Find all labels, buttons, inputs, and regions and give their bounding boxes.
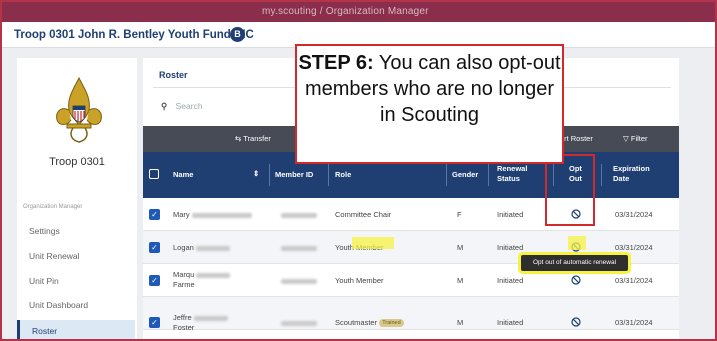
member-name: Jeffre Foster xyxy=(173,313,228,333)
step-label: STEP 6: xyxy=(298,52,374,74)
transfer-label: Transfer xyxy=(243,134,271,143)
select-all-checkbox[interactable] xyxy=(149,169,159,179)
column-divider xyxy=(269,164,270,186)
column-header-role[interactable]: Role xyxy=(335,170,351,180)
renewal-line-2: Status xyxy=(497,174,520,183)
column-header-member-id[interactable]: Member ID xyxy=(275,170,313,180)
top-bar: my.scouting / Organization Manager xyxy=(2,2,715,22)
member-id xyxy=(281,276,317,286)
expiration-date: 03/31/2024 xyxy=(615,243,653,252)
member-id xyxy=(281,243,317,253)
redacted-id xyxy=(281,245,317,251)
expiration-date: 03/31/2024 xyxy=(615,276,653,285)
opt-out-callout-box xyxy=(545,154,595,226)
renewal-status: Initiated xyxy=(497,243,524,252)
member-role: Scoutmaster Trained xyxy=(335,318,404,328)
tab-roster[interactable]: Roster xyxy=(159,70,188,80)
redacted-id xyxy=(281,278,317,284)
sidebar-item-roster[interactable]: Roster xyxy=(17,320,135,339)
sidebar: Troop 0301 Organization Manager Settings… xyxy=(17,58,137,339)
filter-button[interactable]: ▽ Filter xyxy=(623,134,648,143)
search-input[interactable]: ⚲ Search xyxy=(161,101,203,112)
block-icon[interactable] xyxy=(571,275,581,285)
transfer-icon: ⇆ xyxy=(235,134,242,143)
expiration-date: 03/31/2024 xyxy=(615,318,653,327)
sidebar-item-unit-dashboard[interactable]: Unit Dashboard xyxy=(29,300,88,310)
opt-out-tooltip: Opt out of automatic renewal xyxy=(521,255,628,271)
member-id xyxy=(281,210,317,220)
member-gender: F xyxy=(457,210,462,219)
row-checkbox[interactable]: ✓ xyxy=(149,275,160,286)
expiration-line-2: Date xyxy=(613,174,630,183)
sidebar-item-settings[interactable]: Settings xyxy=(29,226,60,236)
table-row[interactable]: ✓ Jeffre Foster Scoutmaster Trained M In… xyxy=(143,297,679,333)
sidebar-section-label: Organization Manager xyxy=(23,204,83,210)
column-divider xyxy=(601,164,602,186)
column-header-name[interactable]: Name xyxy=(173,170,193,180)
redacted-name xyxy=(193,315,228,321)
column-header-gender[interactable]: Gender xyxy=(452,170,478,180)
expiration-date: 03/31/2024 xyxy=(615,210,653,219)
member-name: Logan xyxy=(173,243,230,253)
column-divider xyxy=(446,164,447,186)
member-role: Committee Chair xyxy=(335,210,392,219)
column-header-renewal[interactable]: Renewal Status xyxy=(497,164,527,184)
troop-label: Troop 0301 xyxy=(49,156,105,168)
renewal-line-1: Renewal xyxy=(497,164,528,173)
row-checkbox[interactable]: ✓ xyxy=(149,317,160,328)
table-row[interactable]: ✓ Mary Committee Chair F Initiated 03/31… xyxy=(143,198,679,231)
member-role: Youth Member xyxy=(335,276,384,285)
step-callout: STEP 6: You can also opt-out members who… xyxy=(295,44,564,164)
sort-arrows-icon[interactable]: ⇕ xyxy=(253,169,259,179)
member-gender: M xyxy=(457,318,464,327)
filter-label: Filter xyxy=(630,134,648,143)
row-checkbox[interactable]: ✓ xyxy=(149,209,160,220)
sidebar-item-unit-renewal[interactable]: Unit Renewal xyxy=(29,251,80,261)
filter-icon: ▽ xyxy=(623,134,629,143)
highlight-renewal-status xyxy=(352,237,394,249)
top-bar-title: my.scouting / Organization Manager xyxy=(262,6,429,17)
redacted-id xyxy=(281,320,317,326)
highlight-opt-out-icon xyxy=(568,236,586,250)
search-icon: ⚲ xyxy=(161,101,168,111)
expiration-line-1: Expiration xyxy=(613,164,650,173)
app-frame: my.scouting / Organization Manager Troop… xyxy=(0,0,717,341)
column-divider xyxy=(328,164,329,186)
redacted-id xyxy=(281,212,317,218)
member-gender: M xyxy=(457,243,464,252)
row-checkbox[interactable]: ✓ xyxy=(149,242,160,253)
redacted-name xyxy=(191,212,252,218)
renewal-status: Initiated xyxy=(497,276,524,285)
sidebar-item-unit-pin[interactable]: Unit Pin xyxy=(29,276,59,286)
member-gender: M xyxy=(457,276,464,285)
redacted-name xyxy=(196,272,231,278)
column-header-expiration[interactable]: Expiration Date xyxy=(613,164,650,184)
trained-badge: Trained xyxy=(379,319,404,328)
unit-badge[interactable]: B xyxy=(230,27,245,42)
unit-title: Troop 0301 John R. Bentley Youth Fund IN… xyxy=(14,29,254,41)
member-name: Marqu Farme xyxy=(173,270,231,290)
transfer-button[interactable]: ⇆ Transfer xyxy=(235,134,271,143)
renewal-status: Initiated xyxy=(497,318,524,327)
renewal-status: Initiated xyxy=(497,210,524,219)
member-id xyxy=(281,318,317,328)
member-name: Mary xyxy=(173,210,252,220)
redacted-name xyxy=(195,245,230,251)
search-placeholder: Search xyxy=(175,101,203,111)
block-icon[interactable] xyxy=(571,317,581,327)
column-divider xyxy=(488,164,489,186)
bsa-fleur-de-lis-logo xyxy=(56,76,102,143)
